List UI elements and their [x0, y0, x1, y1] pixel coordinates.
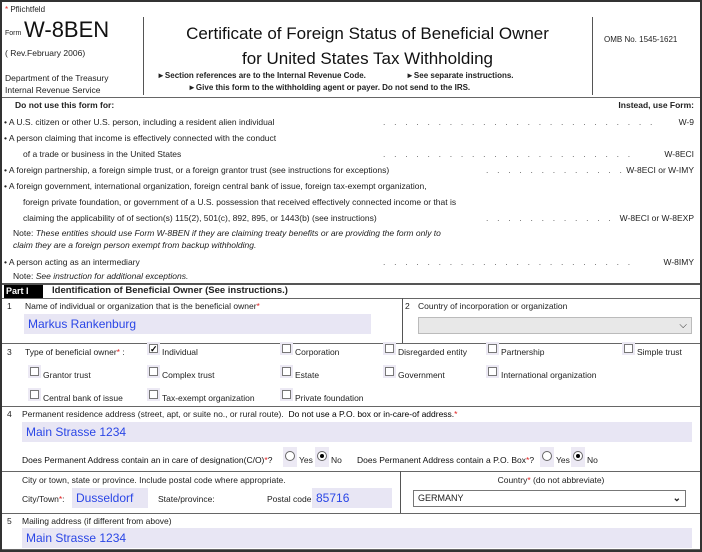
owner-type-label: Central bank of issue	[43, 393, 123, 403]
omb-number: OMB No. 1545-1621	[604, 35, 678, 44]
dept: Department of the Treasury	[5, 73, 109, 83]
owner-type-label: Grantor trust	[43, 370, 91, 380]
field-number: 3	[7, 347, 12, 357]
owner-type-checkbox[interactable]	[28, 365, 41, 378]
owner-type-checkbox[interactable]	[28, 388, 41, 401]
name-label: Name of individual or organization that …	[25, 301, 260, 311]
name-input[interactable]: Markus Rankenburg	[24, 314, 371, 334]
exclusion-line: of a trade or business in the United Sta…	[23, 149, 182, 159]
give-form-note: ►Give this form to the withholding agent…	[188, 83, 471, 92]
irs: Internal Revenue Service	[5, 85, 101, 95]
form-word: Form	[5, 30, 22, 37]
form-subtitle: for United States Tax Withholding	[241, 49, 494, 68]
exclusion-form: W-8ECI	[664, 149, 694, 159]
state-label: State/province:	[158, 494, 215, 504]
co-yes-radio[interactable]	[283, 447, 297, 467]
radio-label: No	[587, 455, 598, 465]
exclusion-form: W-8ECI or W-IMY	[626, 165, 694, 175]
address-label: Permanent residence address (street, apt…	[22, 409, 458, 419]
note-2: Note: See instruction for additional exc…	[13, 271, 189, 281]
exclusion-form: W-8ECI or W-8EXP	[619, 213, 694, 223]
city-label: City/Town*:	[22, 494, 65, 504]
exclusion-line: claiming the applicability of of section…	[23, 213, 377, 223]
part-tag: Part I	[4, 285, 43, 298]
owner-type-label: Disregarded entity	[398, 347, 467, 357]
exclusion-form: W-8IMY	[663, 257, 694, 267]
section-note: ►Section references are to the Internal …	[157, 71, 366, 80]
city-input[interactable]: Dusseldorf	[72, 488, 148, 508]
note-1: Note: These entities should use Form W-8…	[13, 228, 441, 238]
owner-type-checkbox[interactable]	[383, 342, 396, 355]
part-title: Identification of Beneficial Owner (See …	[52, 285, 288, 296]
owner-type-checkbox[interactable]	[147, 388, 160, 401]
po-question: Does Permanent Address contain a P.O. Bo…	[357, 455, 535, 465]
owner-type-checkbox[interactable]	[280, 388, 293, 401]
owner-type-label: Private foundation	[295, 393, 364, 403]
radio-label: No	[331, 455, 342, 465]
field-number: 2	[405, 301, 410, 311]
owner-type-label: Simple trust	[637, 347, 682, 357]
exclusion-form: W-9	[678, 117, 694, 127]
chevron-down-icon: ⌵	[679, 320, 687, 331]
co-question: Does Permanent Address contain an in car…	[22, 455, 273, 465]
owner-type-checkbox[interactable]	[486, 342, 499, 355]
form-title: Certificate of Foreign Status of Benefic…	[186, 24, 549, 43]
chevron-down-icon: ⌄	[672, 493, 681, 504]
owner-type-label: Individual	[162, 347, 198, 357]
owner-type-checkbox[interactable]	[622, 342, 635, 355]
form-name: W-8BEN	[24, 17, 110, 42]
co-no-radio[interactable]	[315, 447, 329, 467]
country-org-select[interactable]: ⌵	[418, 317, 692, 334]
po-yes-radio[interactable]	[540, 447, 554, 467]
required-note: * Pflichtfeld	[5, 5, 46, 14]
exclusion-item: • A foreign government, international or…	[4, 181, 427, 191]
owner-type-label: Type of beneficial owner* :	[25, 347, 125, 357]
exclusion-item: • A foreign partnership, a foreign simpl…	[4, 165, 390, 175]
exclusion-item: • A U.S. citizen or other U.S. person, i…	[4, 117, 275, 127]
instructions-note: ►See separate instructions.	[406, 71, 514, 80]
exclusion-item: • A person acting as an intermediary	[4, 257, 140, 267]
postal-input[interactable]: 85716	[312, 488, 392, 508]
note-1-cont: claim they are a foreign person exempt f…	[13, 240, 257, 250]
owner-type-checkbox[interactable]	[280, 365, 293, 378]
owner-type-label: Tax-exempt organization	[162, 393, 255, 403]
mailing-label: Mailing address (if different from above…	[22, 516, 172, 526]
instead-header: Instead, use Form:	[618, 100, 694, 110]
po-no-radio[interactable]	[571, 447, 585, 467]
radio-label: Yes	[556, 455, 570, 465]
city-hint: City or town, state or province. Include…	[22, 475, 286, 485]
mailing-input[interactable]: Main Strasse 1234	[22, 528, 692, 548]
country-org-label: Country of incorporation or organization	[418, 301, 568, 311]
exclusion-line: foreign private foundation, or governmen…	[23, 197, 457, 207]
owner-type-checkbox[interactable]	[280, 342, 293, 355]
owner-type-checkbox[interactable]: ✓	[147, 342, 160, 355]
exclusions-header: Do not use this form for:	[15, 100, 115, 110]
country-label: Country* (do not abbreviate)	[497, 475, 605, 485]
owner-type-label: Complex trust	[162, 370, 215, 380]
radio-label: Yes	[299, 455, 313, 465]
postal-label: Postal code:	[267, 494, 314, 504]
owner-type-label: Corporation	[295, 347, 340, 357]
field-number: 4	[7, 409, 12, 419]
address-input[interactable]: Main Strasse 1234	[22, 422, 692, 442]
owner-type-checkbox[interactable]	[486, 365, 499, 378]
owner-type-checkbox[interactable]	[383, 365, 396, 378]
owner-type-checkbox[interactable]	[147, 365, 160, 378]
country-select[interactable]: GERMANY ⌄	[413, 490, 686, 507]
owner-type-label: Estate	[295, 370, 320, 380]
owner-type-label: Partnership	[501, 347, 545, 357]
exclusion-item: • A person claiming that income is effec…	[4, 133, 277, 143]
field-number: 5	[7, 516, 12, 526]
field-number: 1	[7, 301, 12, 311]
owner-type-label: International organization	[501, 370, 597, 380]
owner-type-label: Government	[398, 370, 445, 380]
revision: ( Rev.February 2006)	[5, 48, 86, 58]
